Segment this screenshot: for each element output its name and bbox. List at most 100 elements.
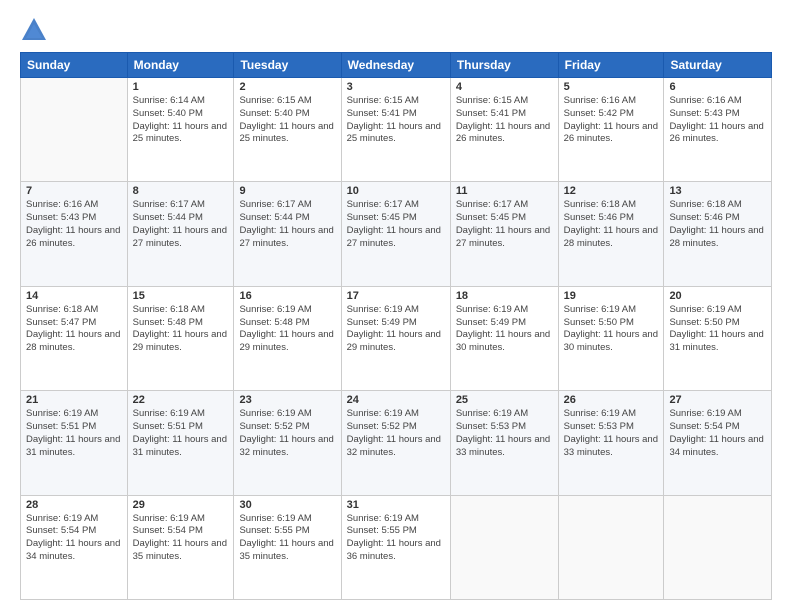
day-info: Sunrise: 6:18 AM Sunset: 5:46 PM Dayligh… [564,199,659,250]
day-number: 18 [456,290,553,302]
day-cell: 28 Sunrise: 6:19 AM Sunset: 5:54 PM Dayli… [21,495,128,599]
day-cell: 11Sunrise: 6:17 AM Sunset: 5:45 PM Dayli… [450,182,558,286]
day-info: Sunrise: 6:19 AM Sunset: 5:49 PM Dayligh… [347,304,445,355]
week-row-0: 1 Sunrise: 6:14 AM Sunset: 5:40 PM Daylig… [21,78,772,182]
day-number: 2 [239,81,335,93]
week-row-2: 14 Sunrise: 6:18 AM Sunset: 5:47 PM Dayli… [21,286,772,390]
day-info: Sunrise: 6:19 AM Sunset: 5:54 PM Dayligh… [26,513,122,564]
day-cell: 9Sunrise: 6:17 AM Sunset: 5:44 PM Daylig… [234,182,341,286]
day-info: Sunrise: 6:19 AM Sunset: 5:55 PM Dayligh… [239,513,335,564]
day-number: 27 [669,394,766,406]
day-cell: 25 Sunrise: 6:19 AM Sunset: 5:53 PM Dayli… [450,391,558,495]
header-cell-wednesday: Wednesday [341,53,450,78]
day-cell: 16 Sunrise: 6:19 AM Sunset: 5:48 PM Dayli… [234,286,341,390]
day-number: 26 [564,394,659,406]
day-cell [21,78,128,182]
day-info: Sunrise: 6:15 AM Sunset: 5:40 PM Dayligh… [239,95,335,146]
header [20,16,772,44]
day-number: 10 [347,185,445,197]
day-info: Sunrise: 6:19 AM Sunset: 5:54 PM Dayligh… [133,513,229,564]
day-info: Sunrise: 6:17 AM Sunset: 5:45 PM Dayligh… [456,199,553,250]
day-info: Sunrise: 6:19 AM Sunset: 5:51 PM Dayligh… [133,408,229,459]
day-cell [664,495,772,599]
day-number: 9 [239,185,335,197]
week-row-1: 7 Sunrise: 6:16 AM Sunset: 5:43 PM Daylig… [21,182,772,286]
day-cell: 26 Sunrise: 6:19 AM Sunset: 5:53 PM Dayli… [558,391,664,495]
day-number: 25 [456,394,553,406]
day-info: Sunrise: 6:16 AM Sunset: 5:43 PM Dayligh… [26,199,122,250]
day-info: Sunrise: 6:19 AM Sunset: 5:50 PM Dayligh… [564,304,659,355]
day-cell: 8 Sunrise: 6:17 AM Sunset: 5:44 PM Daylig… [127,182,234,286]
day-cell: 14 Sunrise: 6:18 AM Sunset: 5:47 PM Dayli… [21,286,128,390]
day-info: Sunrise: 6:19 AM Sunset: 5:49 PM Dayligh… [456,304,553,355]
day-number: 5 [564,81,659,93]
day-cell: 12 Sunrise: 6:18 AM Sunset: 5:46 PM Dayli… [558,182,664,286]
day-info: Sunrise: 6:19 AM Sunset: 5:51 PM Dayligh… [26,408,122,459]
day-cell: 15 Sunrise: 6:18 AM Sunset: 5:48 PM Dayli… [127,286,234,390]
day-number: 13 [669,185,766,197]
day-number: 22 [133,394,229,406]
day-info: Sunrise: 6:19 AM Sunset: 5:52 PM Dayligh… [347,408,445,459]
logo [20,16,52,44]
day-number: 23 [239,394,335,406]
day-cell: 22 Sunrise: 6:19 AM Sunset: 5:51 PM Dayli… [127,391,234,495]
day-info: Sunrise: 6:15 AM Sunset: 5:41 PM Dayligh… [456,95,553,146]
day-number: 28 [26,499,122,511]
day-cell: 30 Sunrise: 6:19 AM Sunset: 5:55 PM Dayli… [234,495,341,599]
day-cell: 3Sunrise: 6:15 AM Sunset: 5:41 PM Daylig… [341,78,450,182]
day-info: Sunrise: 6:14 AM Sunset: 5:40 PM Dayligh… [133,95,229,146]
header-cell-saturday: Saturday [664,53,772,78]
header-cell-tuesday: Tuesday [234,53,341,78]
week-row-4: 28 Sunrise: 6:19 AM Sunset: 5:54 PM Dayli… [21,495,772,599]
day-number: 1 [133,81,229,93]
header-row: SundayMondayTuesdayWednesdayThursdayFrid… [21,53,772,78]
header-cell-friday: Friday [558,53,664,78]
day-cell: 31Sunrise: 6:19 AM Sunset: 5:55 PM Dayli… [341,495,450,599]
day-number: 14 [26,290,122,302]
logo-icon [20,16,48,44]
day-cell: 10 Sunrise: 6:17 AM Sunset: 5:45 PM Dayli… [341,182,450,286]
day-info: Sunrise: 6:19 AM Sunset: 5:53 PM Dayligh… [456,408,553,459]
header-cell-sunday: Sunday [21,53,128,78]
calendar-table: SundayMondayTuesdayWednesdayThursdayFrid… [20,52,772,600]
day-number: 19 [564,290,659,302]
day-info: Sunrise: 6:19 AM Sunset: 5:52 PM Dayligh… [239,408,335,459]
day-info: Sunrise: 6:18 AM Sunset: 5:48 PM Dayligh… [133,304,229,355]
day-cell: 24 Sunrise: 6:19 AM Sunset: 5:52 PM Dayli… [341,391,450,495]
day-info: Sunrise: 6:19 AM Sunset: 5:50 PM Dayligh… [669,304,766,355]
day-number: 24 [347,394,445,406]
day-info: Sunrise: 6:17 AM Sunset: 5:44 PM Dayligh… [133,199,229,250]
day-number: 8 [133,185,229,197]
day-number: 21 [26,394,122,406]
day-cell: 5 Sunrise: 6:16 AM Sunset: 5:42 PM Daylig… [558,78,664,182]
day-cell: 27 Sunrise: 6:19 AM Sunset: 5:54 PM Dayli… [664,391,772,495]
day-number: 15 [133,290,229,302]
page: SundayMondayTuesdayWednesdayThursdayFrid… [0,0,792,612]
day-cell: 1 Sunrise: 6:14 AM Sunset: 5:40 PM Daylig… [127,78,234,182]
day-cell [558,495,664,599]
day-info: Sunrise: 6:16 AM Sunset: 5:42 PM Dayligh… [564,95,659,146]
day-cell: 19 Sunrise: 6:19 AM Sunset: 5:50 PM Dayli… [558,286,664,390]
day-info: Sunrise: 6:15 AM Sunset: 5:41 PM Dayligh… [347,95,445,146]
day-info: Sunrise: 6:19 AM Sunset: 5:53 PM Dayligh… [564,408,659,459]
week-row-3: 21 Sunrise: 6:19 AM Sunset: 5:51 PM Dayli… [21,391,772,495]
day-cell: 6Sunrise: 6:16 AM Sunset: 5:43 PM Daylig… [664,78,772,182]
day-info: Sunrise: 6:19 AM Sunset: 5:54 PM Dayligh… [669,408,766,459]
day-cell: 2 Sunrise: 6:15 AM Sunset: 5:40 PM Daylig… [234,78,341,182]
day-info: Sunrise: 6:19 AM Sunset: 5:48 PM Dayligh… [239,304,335,355]
day-number: 7 [26,185,122,197]
day-number: 20 [669,290,766,302]
day-number: 16 [239,290,335,302]
day-cell: 7 Sunrise: 6:16 AM Sunset: 5:43 PM Daylig… [21,182,128,286]
day-number: 29 [133,499,229,511]
day-info: Sunrise: 6:17 AM Sunset: 5:45 PM Dayligh… [347,199,445,250]
day-number: 12 [564,185,659,197]
day-number: 30 [239,499,335,511]
day-number: 4 [456,81,553,93]
day-cell: 18 Sunrise: 6:19 AM Sunset: 5:49 PM Dayli… [450,286,558,390]
day-number: 31 [347,499,445,511]
day-cell: 4 Sunrise: 6:15 AM Sunset: 5:41 PM Daylig… [450,78,558,182]
day-cell: 29 Sunrise: 6:19 AM Sunset: 5:54 PM Dayli… [127,495,234,599]
day-info: Sunrise: 6:18 AM Sunset: 5:47 PM Dayligh… [26,304,122,355]
day-info: Sunrise: 6:16 AM Sunset: 5:43 PM Dayligh… [669,95,766,146]
